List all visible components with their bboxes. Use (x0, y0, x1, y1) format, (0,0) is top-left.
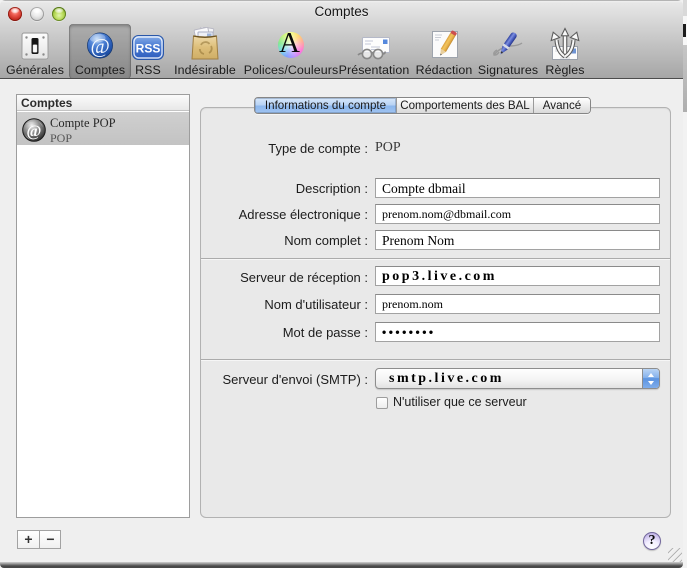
svg-text:RSS: RSS (136, 42, 161, 56)
svg-text:@: @ (27, 123, 42, 140)
svg-text:@: @ (90, 34, 109, 58)
